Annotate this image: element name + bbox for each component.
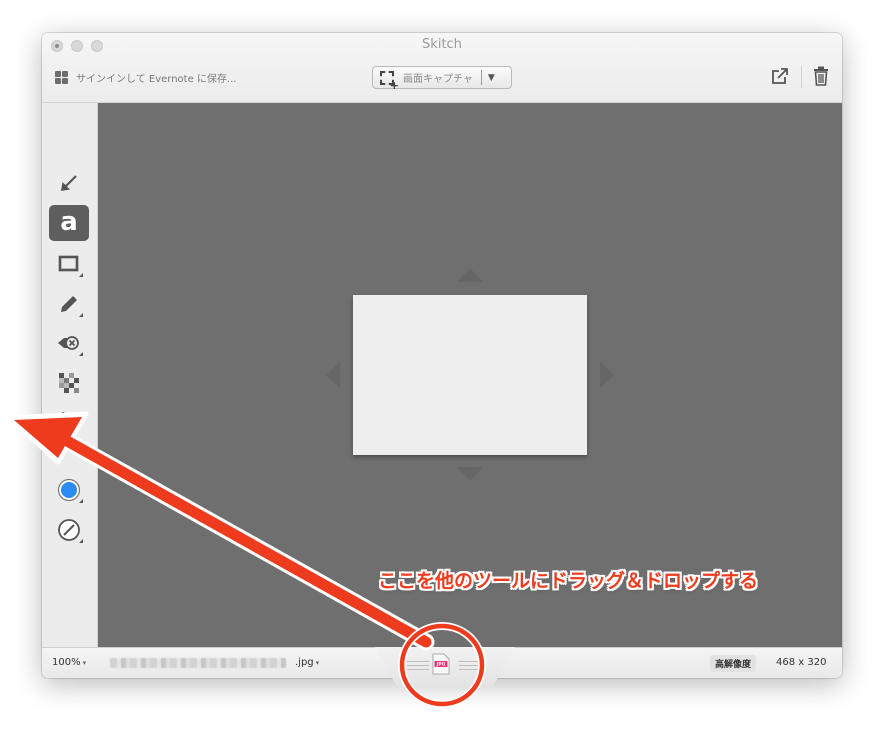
image-dimensions: 468 x 320 — [776, 657, 827, 668]
zoom-caret-icon: ▾ — [82, 659, 87, 667]
grip-lines-icon — [407, 661, 429, 670]
capture-dropdown-icon[interactable]: ▼ — [488, 73, 495, 83]
zoom-value: 100% — [52, 657, 81, 668]
tool-submenu-indicator — [79, 539, 83, 543]
nudge-right-icon[interactable] — [600, 362, 614, 388]
tool-submenu-indicator — [79, 313, 83, 317]
crop-icon — [59, 412, 79, 432]
nudge-up-icon[interactable] — [457, 268, 483, 282]
capture-crosshair-icon — [380, 70, 399, 92]
capture-label: 画面キャプチャ — [403, 74, 473, 85]
pixelate-tool[interactable] — [49, 365, 89, 401]
annotation-text: ここを他のツールにドラッグ＆ドロップする — [378, 570, 759, 592]
trash-icon[interactable] — [813, 66, 829, 86]
grid-icon — [55, 70, 68, 84]
color-dot-icon — [57, 478, 81, 502]
pen-tool[interactable] — [49, 286, 89, 322]
capture-separator — [480, 70, 482, 85]
image-document[interactable] — [353, 295, 587, 455]
crop-tool[interactable] — [49, 404, 89, 440]
stroke-width-picker[interactable] — [49, 512, 89, 548]
file-extension: .jpg — [295, 657, 314, 668]
title-bar: Skitch サインインして Evernote に保存... 画面キャプチャ ▼ — [42, 33, 842, 103]
text-a-icon: a — [60, 206, 78, 237]
blurred-filename — [110, 658, 286, 668]
evernote-signin-button[interactable]: サインインして Evernote に保存... — [55, 69, 236, 85]
share-icon[interactable] — [770, 66, 790, 86]
filetype-caret-icon: ▾ — [315, 659, 320, 667]
arrow-icon — [61, 175, 77, 191]
tool-submenu-indicator — [79, 352, 83, 356]
grip-lines-icon — [459, 661, 481, 670]
arrow-tool[interactable] — [49, 165, 89, 201]
rectangle-tool[interactable] — [49, 246, 89, 282]
stroke-width-icon — [58, 519, 80, 541]
toolbar-divider — [801, 66, 802, 88]
signin-label: サインインして Evernote に保存... — [76, 73, 237, 85]
jpg-badge-text: JPG — [436, 662, 446, 668]
stamp-icon — [58, 336, 79, 350]
nudge-left-icon[interactable] — [326, 362, 340, 388]
screen-capture-button[interactable]: 画面キャプチャ ▼ — [372, 66, 512, 92]
pen-icon — [61, 296, 77, 312]
tool-palette: a — [42, 103, 98, 647]
file-type-menu[interactable]: .jpg ▾ — [295, 657, 319, 668]
zoom-menu[interactable]: 100% ▾ — [52, 657, 86, 668]
rectangle-icon — [58, 255, 79, 272]
color-picker[interactable] — [49, 472, 89, 508]
jpg-file-icon[interactable]: JPG — [432, 653, 450, 675]
tool-submenu-indicator — [79, 273, 83, 277]
tool-submenu-indicator — [79, 499, 83, 503]
pixelate-icon — [59, 373, 79, 393]
window-title: Skitch — [422, 37, 462, 52]
text-tool[interactable]: a — [49, 205, 89, 241]
nudge-down-icon[interactable] — [457, 467, 483, 481]
high-resolution-badge[interactable]: 高解像度 — [710, 655, 757, 672]
stamp-tool[interactable] — [49, 325, 89, 361]
